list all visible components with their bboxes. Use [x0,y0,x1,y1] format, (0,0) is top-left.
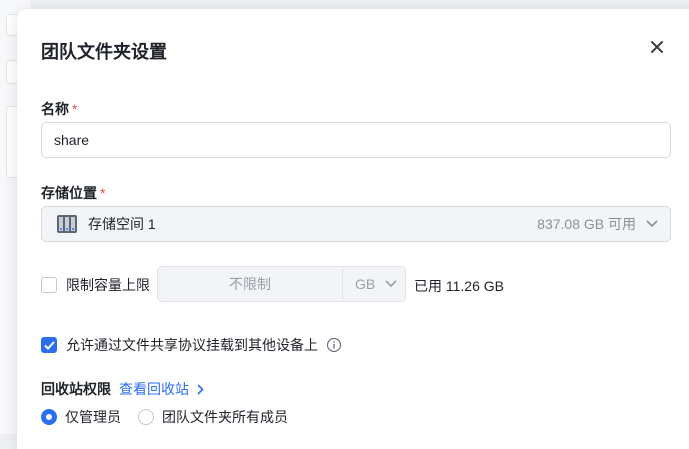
storage-volume-name: 存储空间 1 [88,216,156,232]
name-input-value: share [54,132,90,148]
protocol-mount-label[interactable]: 允许通过文件共享协议挂载到其他设备上 [66,335,318,355]
protocol-mount-checkbox[interactable] [41,337,57,353]
radio-all-members-label[interactable]: 团队文件夹所有成员 [162,407,288,427]
required-mark: * [100,185,106,201]
quota-unit-select[interactable]: GB [342,266,406,302]
quota-limit-label[interactable]: 限制容量上限 [66,275,150,295]
quota-limit-input[interactable]: 不限制 [157,266,343,302]
name-label: 名称 * [41,99,77,119]
required-mark: * [72,101,78,117]
radio-admin-only[interactable] [41,409,57,425]
view-recycle-bin-text[interactable]: 查看回收站 [119,379,189,399]
storage-location-select[interactable]: 存储空间 1 837.08 GB 可用 [41,206,671,242]
storage-label-text: 存储位置 [41,185,97,201]
quota-used-text: 已用 11.26 GB [414,278,505,294]
quota-limit-row: 限制容量上限 [41,275,150,295]
name-label-text: 名称 [41,101,69,117]
quota-limit-placeholder: 不限制 [229,276,271,292]
storage-volume-icon [57,215,77,233]
protocol-mount-row: 允许通过文件共享协议挂载到其他设备上 [41,335,342,355]
radio-all-members[interactable] [138,409,154,425]
quota-limit-checkbox[interactable] [41,277,57,293]
view-recycle-bin-link[interactable]: 查看回收站 [119,379,204,399]
recycle-bin-label: 回收站权限 [41,381,111,397]
close-icon [651,41,663,53]
recycle-bin-header: 回收站权限 查看回收站 [41,379,204,399]
storage-label: 存储位置 * [41,183,105,203]
recycle-bin-options: 仅管理员 团队文件夹所有成员 [41,407,288,427]
name-input[interactable]: share [41,122,671,158]
storage-free-space: 837.08 GB 可用 [537,216,636,232]
check-icon [43,340,55,350]
chevron-down-icon [385,280,397,288]
chevron-down-icon [646,220,658,228]
chevron-right-icon [197,383,204,395]
radio-admin-only-label[interactable]: 仅管理员 [65,407,121,427]
quota-unit-value: GB [355,276,376,292]
close-button[interactable] [646,36,668,58]
team-folder-settings-dialog: 团队文件夹设置 名称 * share 存储位置 * 存储空间 1 837.08 GB… [17,9,689,449]
info-icon[interactable] [326,337,342,353]
dialog-title: 团队文件夹设置 [41,42,167,62]
